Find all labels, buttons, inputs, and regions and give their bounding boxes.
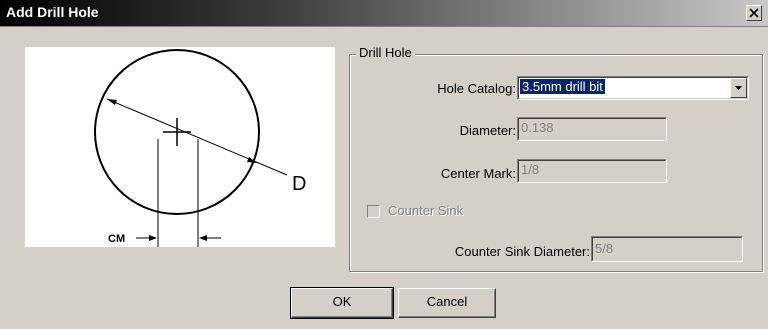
hole-catalog-selected-value: 3.5mm drill bit bbox=[520, 79, 605, 94]
counter-sink-diameter-field[interactable]: 5/8 bbox=[591, 236, 743, 262]
diameter-value: 0.138 bbox=[521, 120, 554, 135]
drill-hole-diagram: D CM bbox=[25, 47, 335, 247]
hole-catalog-combobox[interactable]: 3.5mm drill bit bbox=[517, 76, 749, 100]
hole-catalog-label: Hole Catalog: bbox=[437, 81, 516, 96]
close-icon bbox=[749, 8, 759, 18]
counter-sink-diameter-value: 5/8 bbox=[595, 241, 614, 256]
center-mark-cm-label: CM bbox=[108, 233, 125, 245]
diameter-d-label: D bbox=[292, 173, 306, 195]
diameter-label: Diameter: bbox=[459, 123, 516, 138]
ok-button[interactable]: OK bbox=[290, 287, 394, 319]
counter-sink-checkbox[interactable] bbox=[367, 205, 380, 218]
counter-sink-diameter-label: Counter Sink Diameter: bbox=[454, 244, 590, 259]
hole-catalog-dropdown-button[interactable] bbox=[730, 78, 747, 98]
chevron-down-icon bbox=[735, 86, 742, 90]
center-mark-value: 1/8 bbox=[521, 162, 540, 177]
title-bar: Add Drill Hole bbox=[0, 0, 768, 27]
cancel-button[interactable]: Cancel bbox=[398, 288, 496, 318]
center-mark-label: Center Mark: bbox=[440, 166, 516, 181]
close-button[interactable] bbox=[746, 5, 762, 21]
window-title: Add Drill Hole bbox=[6, 4, 99, 20]
drill-hole-diagram-drawing: D CM bbox=[94, 49, 306, 247]
center-mark-field[interactable]: 1/8 bbox=[517, 159, 667, 183]
diameter-field[interactable]: 0.138 bbox=[517, 117, 667, 141]
drill-hole-group-legend: Drill Hole bbox=[356, 45, 415, 60]
counter-sink-label: Counter Sink bbox=[388, 203, 464, 218]
